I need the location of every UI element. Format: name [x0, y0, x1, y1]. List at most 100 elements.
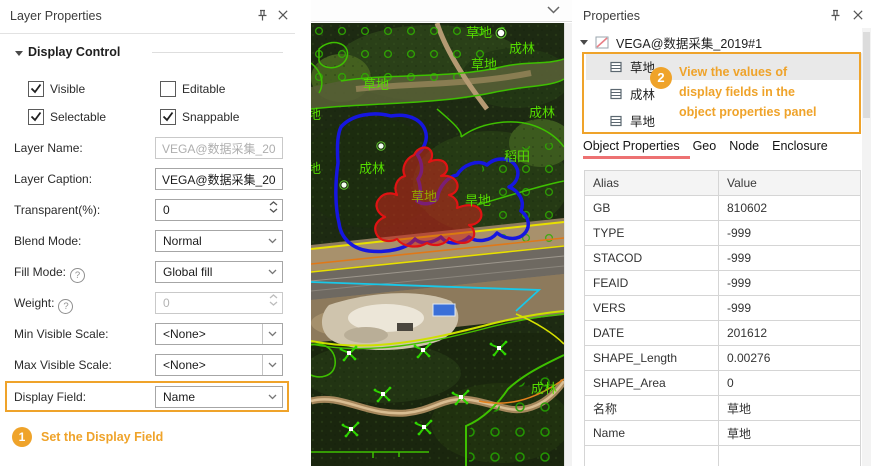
- map-label: 草地: [363, 77, 389, 92]
- panel-title: Layer Properties: [10, 9, 102, 23]
- transparent-value: 0: [163, 203, 170, 217]
- min-scale-value: <None>: [163, 327, 206, 341]
- max-scale-label: Max Visible Scale:: [14, 358, 112, 372]
- panel-title: Properties: [583, 9, 640, 23]
- alias-cell[interactable]: VERS: [585, 296, 719, 321]
- alias-cell[interactable]: DATE: [585, 321, 719, 346]
- transparent-stepper[interactable]: 0: [155, 199, 283, 221]
- value-cell[interactable]: 草地: [719, 421, 861, 446]
- map-scrollbar[interactable]: [564, 23, 572, 466]
- checkbox-box[interactable]: [160, 109, 176, 125]
- step1-badge: 1: [12, 427, 32, 447]
- map-label: 旱地: [465, 193, 491, 208]
- section-collapse-icon[interactable]: [15, 51, 23, 56]
- step2-badge: 2: [650, 67, 672, 89]
- stepper-arrows-icon[interactable]: [269, 201, 278, 213]
- map-label: 草地: [466, 25, 492, 40]
- tree-expander-icon[interactable]: [580, 40, 588, 45]
- tab-object-properties[interactable]: Object Properties: [583, 139, 680, 153]
- tree-root[interactable]: VEGA@数据采集_2019#1: [580, 31, 762, 53]
- fill-mode-select[interactable]: Global fill: [155, 261, 283, 283]
- close-icon[interactable]: [852, 9, 864, 21]
- fill-mode-label: Fill Mode:?: [14, 265, 85, 283]
- layer-properties-header: Layer Properties: [0, 0, 295, 32]
- properties-panel: Properties VEGA@数据采集_2019#1 草地: [573, 0, 872, 466]
- checkbox-box[interactable]: [28, 109, 44, 125]
- fill-mode-value: Global fill: [163, 265, 212, 279]
- pin-icon[interactable]: [829, 9, 842, 22]
- table-row[interactable]: STACOD-999: [585, 246, 861, 271]
- table-row[interactable]: 名称草地: [585, 396, 861, 421]
- map-label: 草地: [471, 57, 497, 72]
- blend-mode-select[interactable]: Normal: [155, 230, 283, 252]
- layer-name-label: Layer Name:: [14, 141, 83, 155]
- transparent-label: Transparent(%):: [14, 203, 100, 217]
- map-label: 草地: [311, 161, 321, 176]
- layer-caption-input[interactable]: [155, 168, 283, 190]
- header-alias: Alias: [585, 171, 719, 196]
- help-icon[interactable]: ?: [58, 299, 73, 314]
- alias-cell[interactable]: TYPE: [585, 221, 719, 246]
- alias-cell[interactable]: STACOD: [585, 246, 719, 271]
- tab-enclosure[interactable]: Enclosure: [772, 139, 828, 153]
- table-row[interactable]: FEAID-999: [585, 271, 861, 296]
- value-cell[interactable]: 0: [719, 371, 861, 396]
- table-row[interactable]: VERS-999: [585, 296, 861, 321]
- checkbox-box[interactable]: [28, 81, 44, 97]
- table-row[interactable]: TYPE-999: [585, 221, 861, 246]
- table-row[interactable]: SHAPE_Length0.00276: [585, 346, 861, 371]
- alias-cell[interactable]: SHAPE_Length: [585, 346, 719, 371]
- collapse-toolbar-icon[interactable]: [547, 6, 560, 14]
- min-scale-label: Min Visible Scale:: [14, 327, 109, 341]
- min-scale-select[interactable]: <None>: [155, 323, 283, 345]
- value-cell[interactable]: -999: [719, 221, 861, 246]
- alias-cell[interactable]: FEAID: [585, 271, 719, 296]
- panel-scrollbar[interactable]: [862, 28, 871, 466]
- max-scale-select[interactable]: <None>: [155, 354, 283, 376]
- table-row[interactable]: SHAPE_Area0: [585, 371, 861, 396]
- alias-cell[interactable]: 名称: [585, 396, 719, 421]
- property-tabs: Object Properties Geo Node Enclosure: [583, 139, 828, 153]
- header-value: Value: [719, 171, 861, 196]
- scrollbar-thumb[interactable]: [863, 32, 870, 118]
- checkbox-box[interactable]: [160, 81, 176, 97]
- table-row[interactable]: DATE201612: [585, 321, 861, 346]
- map-label: 成林: [359, 161, 385, 176]
- checkbox-label: Selectable: [50, 110, 106, 124]
- visible-checkbox[interactable]: Visible: [28, 81, 85, 97]
- display-field-select[interactable]: Name: [155, 386, 283, 408]
- tab-geo[interactable]: Geo: [693, 139, 717, 153]
- stepper-arrows-icon: [269, 294, 278, 306]
- value-cell[interactable]: -999: [719, 271, 861, 296]
- value-cell[interactable]: 810602: [719, 196, 861, 221]
- tab-node[interactable]: Node: [729, 139, 759, 153]
- close-icon[interactable]: [277, 9, 289, 21]
- header-divider: [0, 33, 295, 34]
- map-canvas[interactable]: 草地 成林 草地 草地 成林 成林 稻田 草地 旱地 草地 成林 草地: [311, 23, 564, 466]
- step2-text: View the values of display fields in the…: [679, 62, 857, 122]
- chevron-down-icon: [262, 324, 282, 344]
- help-icon[interactable]: ?: [70, 268, 85, 283]
- blend-mode-value: Normal: [163, 234, 202, 248]
- dataset-icon: [595, 36, 609, 49]
- checkbox-label: Editable: [182, 82, 225, 96]
- editable-checkbox[interactable]: Editable: [160, 81, 225, 97]
- alias-cell[interactable]: SHAPE_Area: [585, 371, 719, 396]
- value-cell[interactable]: 0.00276: [719, 346, 861, 371]
- layer-name-input[interactable]: [155, 137, 283, 159]
- layer-properties-panel: Layer Properties Display Control Visible…: [0, 0, 295, 466]
- value-cell[interactable]: 201612: [719, 321, 861, 346]
- value-cell[interactable]: -999: [719, 296, 861, 321]
- table-row[interactable]: GB810602: [585, 196, 861, 221]
- chevron-down-icon: [263, 231, 282, 251]
- active-tab-underline: [583, 156, 690, 159]
- table-row[interactable]: Name草地: [585, 421, 861, 446]
- alias-cell[interactable]: Name: [585, 421, 719, 446]
- alias-cell[interactable]: GB: [585, 196, 719, 221]
- snappable-checkbox[interactable]: Snappable: [160, 109, 239, 125]
- value-cell[interactable]: 草地: [719, 396, 861, 421]
- value-cell[interactable]: -999: [719, 246, 861, 271]
- selectable-checkbox[interactable]: Selectable: [28, 109, 106, 125]
- pin-icon[interactable]: [256, 9, 269, 22]
- map-label: 成林: [509, 41, 535, 56]
